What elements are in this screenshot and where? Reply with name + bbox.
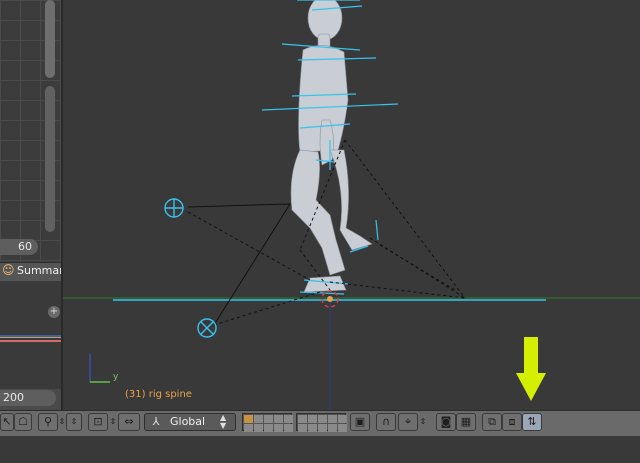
annotation-arrow-icon xyxy=(516,337,546,401)
layer-button[interactable] xyxy=(274,424,283,432)
snap-icon: ⌖ xyxy=(404,415,412,428)
pivot-icon: ⊡ xyxy=(93,415,103,428)
magnet-icon: ∩ xyxy=(381,415,391,428)
bottom-area xyxy=(0,436,640,463)
chevron-updown-icon: ▲ ▼ xyxy=(220,413,227,430)
chevron-updown-icon[interactable]: ⇕ xyxy=(58,414,66,430)
ik-target-upper xyxy=(164,198,184,218)
manipulator-icon: ⇔ xyxy=(124,415,134,428)
layer-button[interactable] xyxy=(274,415,283,423)
ghost-icon: ☖ xyxy=(18,415,28,428)
layer-button[interactable] xyxy=(244,424,253,432)
layer-button[interactable] xyxy=(284,415,293,423)
axes-icon: ⅄ xyxy=(152,415,160,428)
layer-button[interactable] xyxy=(264,415,273,423)
layer-button[interactable] xyxy=(308,424,317,432)
chevron-updown-icon[interactable]: ⇕ xyxy=(108,414,118,430)
magnifier-icon: ⚲ xyxy=(43,415,53,428)
layer-button[interactable] xyxy=(254,424,263,432)
layer-button[interactable] xyxy=(318,415,327,423)
layer-button[interactable] xyxy=(308,415,317,423)
layer-button[interactable] xyxy=(254,415,263,423)
camera-icon: ◙ xyxy=(440,415,452,428)
layer-button[interactable] xyxy=(338,424,347,432)
paste-pose-icon: ⧈ xyxy=(508,415,516,428)
object-name-label: (31) rig spine xyxy=(125,389,192,400)
layer-button[interactable] xyxy=(338,415,347,423)
ik-target-lower xyxy=(197,318,217,338)
layer-grid-1[interactable] xyxy=(242,413,293,432)
orientation-value: Global xyxy=(170,415,206,428)
layer-button[interactable] xyxy=(284,424,293,432)
layer-button[interactable] xyxy=(244,415,253,423)
copy-pose-icon: ⧉ xyxy=(488,415,496,428)
layer-button[interactable] xyxy=(328,415,337,423)
paste-flipped-icon: ⇅ xyxy=(527,415,537,428)
layer-button[interactable] xyxy=(318,424,327,432)
axis-gizmo-icon xyxy=(89,354,110,383)
layer-grid-2[interactable] xyxy=(296,413,347,432)
layer-button[interactable] xyxy=(328,424,337,432)
lock-icon: ▣ xyxy=(354,415,366,428)
axis-y-label: y xyxy=(113,372,119,382)
clapper-icon: ▦ xyxy=(460,415,472,428)
chevron-updown-icon[interactable]: ⇕ xyxy=(418,414,428,430)
layer-button[interactable] xyxy=(264,424,273,432)
layer-button[interactable] xyxy=(298,415,307,423)
chevron-updown-icon: ⇕ xyxy=(70,417,78,426)
layer-button[interactable] xyxy=(298,424,307,432)
cursor-icon: ↖ xyxy=(2,415,12,428)
